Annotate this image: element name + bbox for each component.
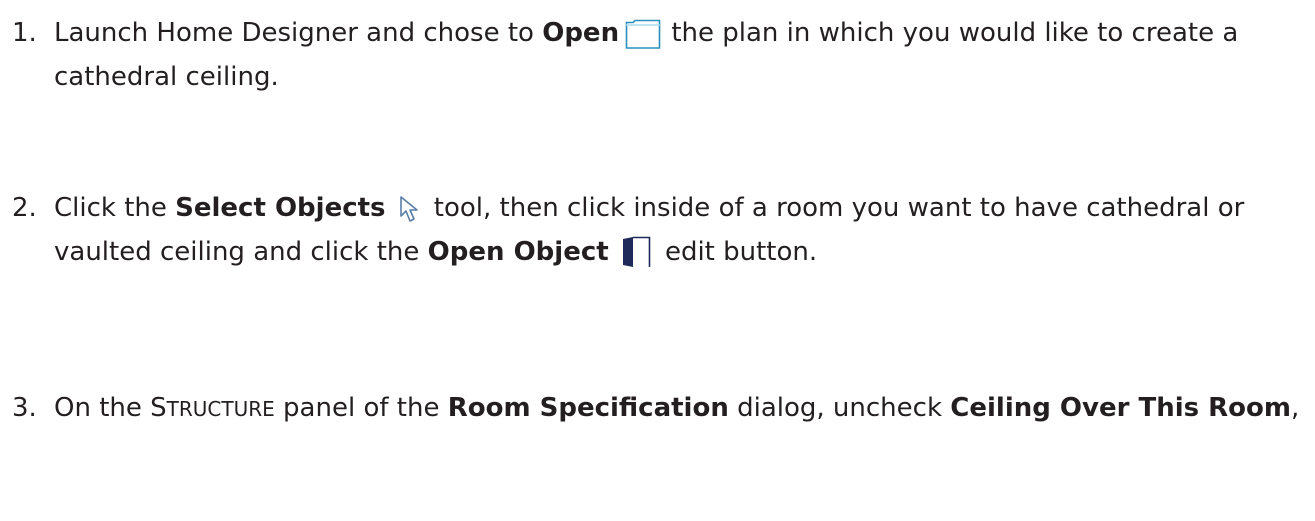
select-arrow-icon [398, 194, 422, 224]
select-objects-label: Select Objects [175, 193, 386, 223]
open-label: Open [542, 18, 620, 48]
step-number: 2. [12, 193, 37, 223]
room-specification-label: Room Specification [447, 393, 729, 423]
step-2: 2. Click the Select Objects tool, then c… [12, 186, 1307, 274]
structure-panel-label: STRUCTURE [150, 393, 275, 423]
step-text: Click the Select Objects tool, then clic… [54, 193, 1245, 268]
step-text: Launch Home Designer and chose to Open t… [54, 18, 1239, 92]
open-object-label: Open Object [427, 237, 609, 267]
open-object-icon [621, 236, 651, 268]
open-folder-icon [625, 19, 661, 49]
step-3: 3. On the STRUCTURE panel of the Room Sp… [12, 386, 1307, 431]
step-number: 3. [12, 393, 37, 423]
step-text: On the STRUCTURE panel of the Room Speci… [54, 393, 1300, 423]
step-1: 1. Launch Home Designer and chose to Ope… [12, 11, 1307, 99]
ceiling-over-room-label: Ceiling Over This Room [950, 393, 1291, 423]
step-number: 1. [12, 18, 37, 48]
